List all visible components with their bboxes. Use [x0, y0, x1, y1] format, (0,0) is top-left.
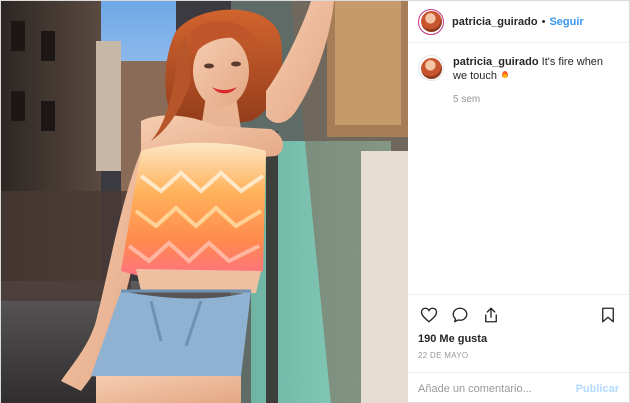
caption: patricia_guirado It's fire when we touch…	[418, 55, 619, 107]
comment-form: Publicar	[408, 372, 629, 403]
comments-area: patricia_guirado It's fire when we touch…	[408, 43, 629, 294]
heart-icon[interactable]	[418, 304, 440, 326]
comment-icon[interactable]	[449, 304, 471, 326]
action-icon-row	[418, 301, 619, 329]
caption-timestamp[interactable]: 5 sem	[453, 93, 619, 107]
header-username[interactable]: patricia_guirado	[452, 16, 538, 28]
avatar[interactable]	[418, 8, 444, 35]
publish-button[interactable]: Publicar	[576, 383, 619, 395]
fire-icon	[502, 71, 509, 78]
header-separator: •	[541, 15, 546, 28]
caption-avatar[interactable]	[418, 55, 444, 81]
post-side-panel: patricia_guirado • Seguir patricia_guira…	[408, 1, 629, 403]
caption-username[interactable]: patricia_guirado	[453, 56, 539, 68]
comment-input[interactable]	[418, 382, 576, 395]
instagram-post: patricia_guirado • Seguir patricia_guira…	[0, 0, 630, 403]
follow-button[interactable]: Seguir	[549, 16, 583, 28]
like-count[interactable]: 190 Me gusta	[418, 333, 619, 345]
bookmark-icon[interactable]	[597, 304, 619, 326]
caption-body: patricia_guirado It's fire when we touch…	[453, 55, 619, 107]
post-photo[interactable]	[1, 1, 408, 403]
share-icon[interactable]	[480, 304, 502, 326]
post-actions: 190 Me gusta 22 DE MAYO	[408, 294, 629, 360]
post-date[interactable]: 22 DE MAYO	[418, 351, 619, 360]
post-photo-illustration	[1, 1, 408, 403]
post-header: patricia_guirado • Seguir	[408, 1, 629, 43]
